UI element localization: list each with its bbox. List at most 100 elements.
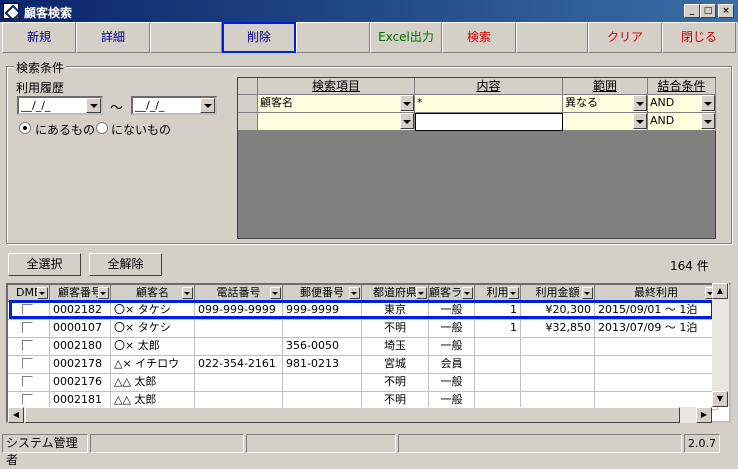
results-vertical-scrollbar[interactable]: ▲ ▼ — [712, 283, 729, 407]
table-row[interactable]: 0002180 〇× 太郎 356-0050 埼玉 一般 — [8, 338, 718, 356]
radio-no-history-label[interactable]: にないもの — [111, 121, 171, 138]
results-horizontal-scrollbar[interactable]: ◀ ▶ — [8, 407, 712, 423]
chevron-down-icon[interactable] — [416, 287, 427, 299]
radio-has-history[interactable] — [19, 122, 31, 134]
criteria-header-item: 検索項目 — [258, 78, 415, 95]
clear-button[interactable]: クリア — [588, 22, 662, 53]
row-checkbox[interactable] — [22, 340, 33, 351]
table-row[interactable]: 0002182 〇× タケシ 099-999-9999 999-9999 東京 一般 1 ¥2… — [8, 302, 718, 320]
new-button[interactable]: 新規 — [2, 22, 76, 53]
amount-cell — [521, 356, 595, 374]
results-header-customer-no[interactable]: 顧客番号 — [50, 285, 111, 302]
date-to-dropdown-icon[interactable] — [200, 98, 215, 113]
status-panel — [398, 434, 682, 453]
chevron-down-icon[interactable] — [400, 95, 414, 111]
row-select-cell — [8, 302, 50, 320]
status-panel — [246, 434, 396, 453]
delete-button[interactable]: 削除 — [222, 22, 296, 53]
scroll-left-icon[interactable]: ◀ — [8, 407, 24, 423]
criteria-row-header[interactable] — [238, 95, 258, 113]
criteria-item-select[interactable]: 顧客名 — [258, 95, 415, 113]
close-window-button[interactable]: × — [718, 4, 734, 18]
criteria-content-input[interactable] — [415, 113, 563, 131]
results-header-prefecture[interactable]: 都道府県 — [362, 285, 429, 302]
close-button[interactable]: 閉じる — [662, 22, 736, 53]
criteria-join-select[interactable]: AND — [648, 95, 716, 113]
chevron-down-icon[interactable] — [508, 287, 519, 299]
date-to-field[interactable]: __/_/_ — [131, 96, 217, 115]
chevron-down-icon[interactable] — [582, 287, 593, 299]
scroll-up-icon[interactable]: ▲ — [712, 283, 728, 299]
chevron-down-icon[interactable] — [400, 113, 414, 129]
chevron-down-icon[interactable] — [633, 113, 647, 129]
rank-cell: 一般 — [429, 374, 475, 392]
results-header-customer-name[interactable]: 顧客名 — [111, 285, 195, 302]
date-to-value: __/_/_ — [135, 99, 165, 112]
criteria-range-value: 異なる — [565, 96, 598, 109]
scroll-thumb[interactable] — [25, 407, 680, 423]
chevron-down-icon[interactable] — [633, 95, 647, 111]
scroll-down-icon[interactable]: ▼ — [712, 391, 728, 407]
date-from-value: __/_/_ — [21, 99, 51, 112]
date-from-field[interactable]: __/_/_ — [17, 96, 103, 115]
radio-has-history-label[interactable]: にあるもの — [35, 121, 95, 138]
row-select-cell — [8, 338, 50, 356]
rank-cell: 一般 — [429, 320, 475, 338]
table-row[interactable]: 0002178 △× イチロウ 022-354-2161 981-0213 宮城 会員 — [8, 356, 718, 374]
criteria-join-select[interactable]: AND — [648, 113, 716, 131]
table-row[interactable]: 0002181 △△ 太郎 不明 一般 — [8, 392, 718, 410]
results-header-phone[interactable]: 電話番号 — [195, 285, 283, 302]
results-header-zip[interactable]: 郵便番号 — [283, 285, 362, 302]
criteria-content-input[interactable]: * — [415, 95, 563, 113]
row-checkbox[interactable] — [22, 376, 33, 387]
criteria-item-select[interactable] — [258, 113, 415, 131]
criteria-range-select[interactable] — [563, 113, 648, 131]
row-checkbox[interactable] — [22, 358, 33, 369]
usage-history-label: 利用履歴 — [16, 81, 65, 95]
row-checkbox[interactable] — [22, 394, 33, 405]
minimize-button[interactable]: _ — [684, 4, 700, 18]
row-checkbox[interactable] — [22, 322, 33, 333]
table-row[interactable]: 0002176 △△ 太郎 不明 一般 — [8, 374, 718, 392]
excel-export-button[interactable]: Excel出力 — [370, 22, 442, 53]
chevron-down-icon[interactable] — [701, 113, 715, 129]
toolbar-spacer — [150, 22, 222, 53]
amount-cell: ¥20,300 — [521, 302, 595, 320]
chevron-down-icon[interactable] — [462, 287, 473, 299]
results-header-usage[interactable]: 利用 — [475, 285, 521, 302]
customer-name-cell: 〇× タケシ — [111, 302, 195, 320]
maximize-button[interactable]: □ — [700, 4, 716, 18]
row-checkbox[interactable] — [22, 304, 33, 315]
results-header-amount[interactable]: 利用金額 — [521, 285, 595, 302]
results-header-dme[interactable]: DME — [8, 285, 50, 302]
customer-no-cell: 0002182 — [50, 302, 111, 320]
results-header-last-use[interactable]: 最終利用 — [595, 285, 718, 302]
amount-cell — [521, 374, 595, 392]
detail-button[interactable]: 詳細 — [76, 22, 150, 53]
table-row[interactable]: 0000107 〇× タケシ 不明 一般 1 ¥32,850 2013/07/09 ～ 1泊 — [8, 320, 718, 338]
criteria-range-select[interactable]: 異なる — [563, 95, 648, 113]
results-header-rank[interactable]: 顧客ランク — [429, 285, 475, 302]
zip-cell: 999-9999 — [283, 302, 362, 320]
chevron-down-icon[interactable] — [182, 287, 193, 299]
date-from-dropdown-icon[interactable] — [86, 98, 101, 113]
rank-cell: 一般 — [429, 338, 475, 356]
select-all-button[interactable]: 全選択 — [8, 253, 81, 276]
search-button[interactable]: 検索 — [442, 22, 516, 53]
amount-cell: ¥32,850 — [521, 320, 595, 338]
status-bar: システム管理者 2.0.7 — [0, 432, 738, 467]
chevron-down-icon[interactable] — [701, 95, 715, 111]
toolbar-spacer — [516, 22, 588, 53]
criteria-row-header[interactable] — [238, 113, 258, 131]
deselect-all-button[interactable]: 全解除 — [89, 253, 162, 276]
chevron-down-icon[interactable] — [270, 287, 281, 299]
customer-name-cell: △△ 太郎 — [111, 374, 195, 392]
chevron-down-icon[interactable] — [98, 287, 109, 299]
chevron-down-icon[interactable] — [37, 287, 48, 299]
toolbar-spacer — [296, 22, 370, 53]
scroll-right-icon[interactable]: ▶ — [696, 407, 712, 423]
radio-no-history[interactable] — [96, 122, 108, 134]
phone-cell: 099-999-9999 — [195, 302, 283, 320]
chevron-down-icon[interactable] — [349, 287, 360, 299]
last-use-cell: 2015/09/01 ～ 1泊 — [595, 302, 718, 320]
